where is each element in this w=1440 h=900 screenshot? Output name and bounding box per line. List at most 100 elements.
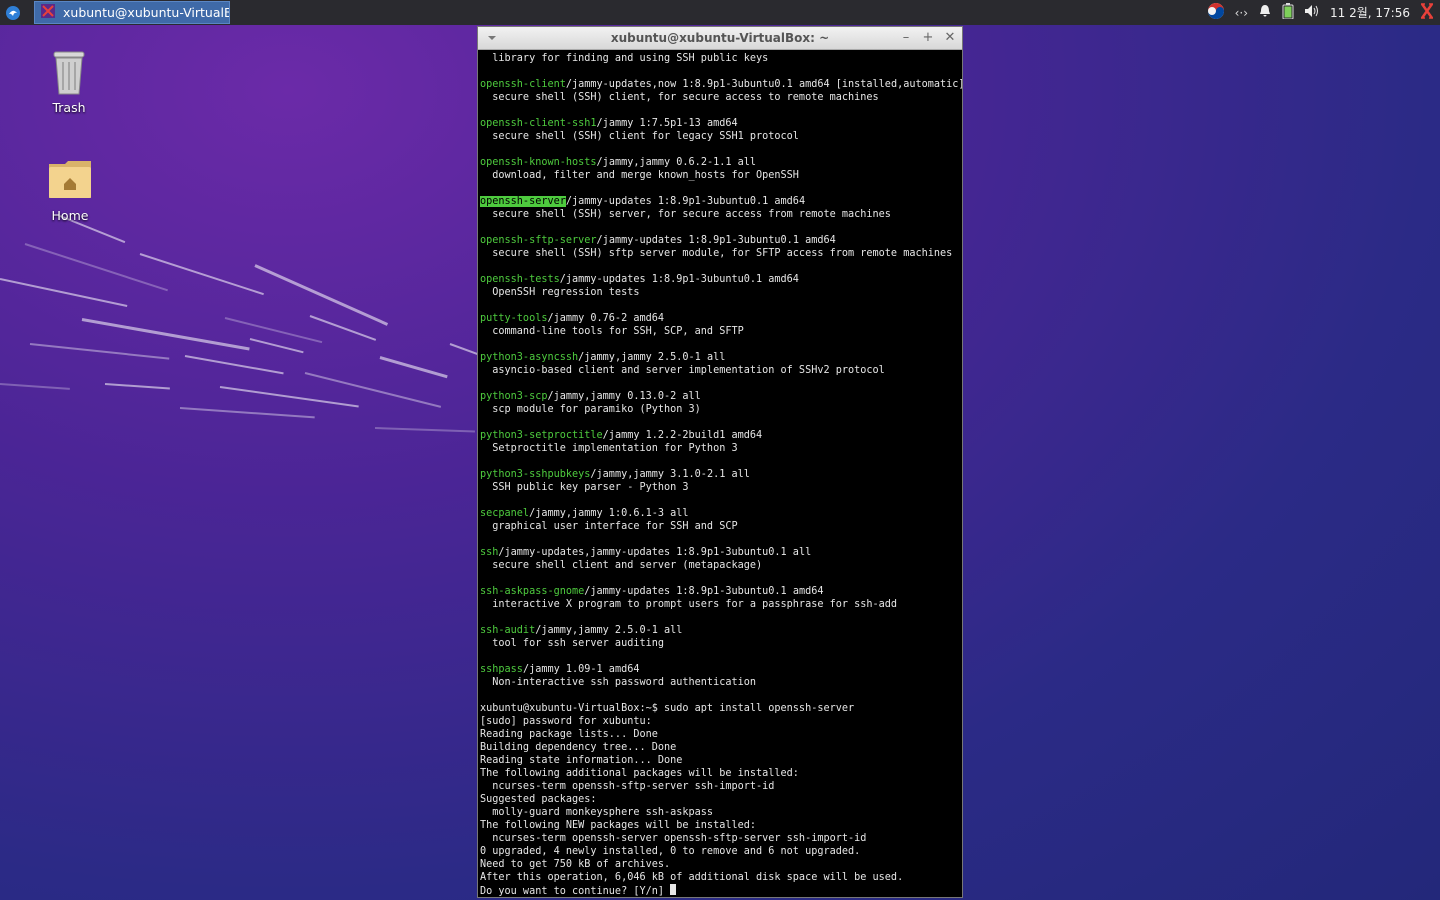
package-version: /jammy,jammy 2.5.0-1 all bbox=[535, 625, 683, 636]
output-line: The following NEW packages will be insta… bbox=[480, 820, 757, 831]
package-line: openssh-known-hosts/jammy,jammy 0.6.2-1.… bbox=[480, 156, 960, 169]
output-line: After this operation, 6,046 kB of additi… bbox=[480, 872, 904, 883]
package-description: asyncio-based client and server implemen… bbox=[480, 365, 885, 376]
package-line: openssh-tests/jammy-updates 1:8.9p1-3ubu… bbox=[480, 273, 960, 286]
package-version: /jammy-updates 1:8.9p1-3ubuntu0.1 amd64 bbox=[584, 586, 824, 597]
terminal-cursor[interactable] bbox=[670, 884, 677, 895]
taskbar-terminal-button[interactable]: xubuntu@xubuntu-VirtualBo... bbox=[34, 1, 230, 24]
maximize-icon[interactable]: + bbox=[922, 29, 934, 45]
package-name: openssh-client-ssh1 bbox=[480, 118, 597, 129]
package-name: ssh-askpass-gnome bbox=[480, 586, 585, 597]
package-line: sshpass/jammy 1.09-1 amd64 bbox=[480, 663, 960, 676]
package-name: python3-setproctitle bbox=[480, 430, 603, 441]
prompt-line: Do you want to continue? [Y/n] bbox=[480, 884, 960, 898]
package-line: python3-asyncssh/jammy,jammy 2.5.0-1 all bbox=[480, 351, 960, 364]
package-name: ssh bbox=[480, 547, 499, 558]
output-line: Building dependency tree... Done bbox=[480, 742, 677, 753]
package-version: /jammy-updates,jammy-updates 1:8.9p1-3ub… bbox=[498, 547, 812, 558]
package-line: openssh-client-ssh1/jammy 1:7.5p1-13 amd… bbox=[480, 117, 960, 130]
system-tray: ‹·› 11 2월, 17:56 bbox=[1207, 2, 1440, 23]
package-line: ssh/jammy-updates,jammy-updates 1:8.9p1-… bbox=[480, 546, 960, 559]
package-line: openssh-sftp-server/jammy-updates 1:8.9p… bbox=[480, 234, 960, 247]
package-description: secure shell (SSH) sftp server module, f… bbox=[480, 248, 953, 259]
panel-clock[interactable]: 11 2월, 17:56 bbox=[1330, 4, 1410, 21]
top-panel: xubuntu@xubuntu-VirtualBo... ‹·› 11 2월, … bbox=[0, 0, 1440, 25]
package-version: /jammy 1:7.5p1-13 amd64 bbox=[596, 118, 738, 129]
desktop-trash[interactable]: Trash bbox=[29, 48, 109, 115]
package-line: python3-scp/jammy,jammy 0.13.0-2 all bbox=[480, 390, 960, 403]
output-line: Reading state information... Done bbox=[480, 755, 683, 766]
package-description: library for finding and using SSH public… bbox=[480, 53, 769, 64]
package-version: /jammy,jammy 2.5.0-1 all bbox=[578, 352, 726, 363]
package-line: ssh-audit/jammy,jammy 2.5.0-1 all bbox=[480, 624, 960, 637]
package-description: graphical user interface for SSH and SCP bbox=[480, 521, 738, 532]
output-line: Reading package lists... Done bbox=[480, 729, 658, 740]
whisker-menu-icon[interactable] bbox=[0, 0, 26, 25]
package-name: python3-scp bbox=[480, 391, 548, 402]
close-icon[interactable]: ✕ bbox=[944, 29, 956, 45]
package-description: OpenSSH regression tests bbox=[480, 287, 640, 298]
xfce-terminal-icon bbox=[41, 4, 55, 21]
xfce-logo-icon[interactable] bbox=[1420, 3, 1434, 22]
package-description: secure shell (SSH) server, for secure ac… bbox=[480, 209, 891, 220]
network-icon[interactable]: ‹·› bbox=[1235, 6, 1248, 20]
home-folder-icon bbox=[30, 158, 110, 208]
package-name: secpanel bbox=[480, 508, 530, 519]
trash-icon bbox=[29, 48, 109, 100]
ibus-korean-icon[interactable] bbox=[1207, 2, 1225, 23]
package-line: openssh-server/jammy-updates 1:8.9p1-3ub… bbox=[480, 195, 960, 208]
package-name: openssh-server bbox=[480, 196, 566, 207]
package-line: secpanel/jammy,jammy 1:0.6.1-3 all bbox=[480, 507, 960, 520]
output-line: ncurses-term openssh-server openssh-sftp… bbox=[480, 833, 867, 844]
minimize-icon[interactable]: – bbox=[900, 29, 912, 45]
package-name: openssh-sftp-server bbox=[480, 235, 597, 246]
battery-icon[interactable] bbox=[1282, 3, 1294, 22]
package-description: secure shell (SSH) client for legacy SSH… bbox=[480, 131, 799, 142]
terminal-window[interactable]: xubuntu@xubuntu-VirtualBox: ~ – + ✕ libr… bbox=[477, 26, 963, 898]
package-version: /jammy 0.76-2 amd64 bbox=[547, 313, 665, 324]
home-label: Home bbox=[51, 208, 89, 223]
package-description: Setproctitle implementation for Python 3 bbox=[480, 443, 738, 454]
package-description: tool for ssh server auditing bbox=[480, 638, 665, 649]
desktop-home[interactable]: Home bbox=[30, 158, 110, 223]
package-line: openssh-client/jammy-updates,now 1:8.9p1… bbox=[480, 78, 962, 91]
package-description: command-line tools for SSH, SCP, and SFT… bbox=[480, 326, 744, 337]
package-description: Non-interactive ssh password authenticat… bbox=[480, 677, 757, 688]
package-version: /jammy,jammy 0.13.0-2 all bbox=[547, 391, 701, 402]
terminal-output[interactable]: library for finding and using SSH public… bbox=[478, 50, 962, 900]
terminal-titlebar[interactable]: xubuntu@xubuntu-VirtualBox: ~ – + ✕ bbox=[478, 27, 962, 50]
package-name: putty-tools bbox=[480, 313, 548, 324]
package-line: python3-sshpubkeys/jammy,jammy 3.1.0-2.1… bbox=[480, 468, 960, 481]
package-name: sshpass bbox=[480, 664, 523, 675]
package-description: secure shell (SSH) client, for secure ac… bbox=[480, 92, 879, 103]
package-version: /jammy,jammy 1:0.6.1-3 all bbox=[529, 508, 689, 519]
package-version: /jammy 1.2.2-2build1 amd64 bbox=[602, 430, 763, 441]
output-line: xubuntu@xubuntu-VirtualBox:~$ sudo apt i… bbox=[480, 703, 855, 714]
package-version: /jammy-updates 1:8.9p1-3ubuntu0.1 amd64 bbox=[565, 196, 806, 207]
notification-bell-icon[interactable] bbox=[1258, 4, 1272, 21]
package-version: /jammy-updates 1:8.9p1-3ubuntu0.1 amd64 bbox=[559, 274, 799, 285]
package-name: openssh-tests bbox=[480, 274, 560, 285]
package-description: SSH public key parser - Python 3 bbox=[480, 482, 689, 493]
package-description: scp module for paramiko (Python 3) bbox=[480, 404, 701, 415]
package-version: /jammy-updates 1:8.9p1-3ubuntu0.1 amd64 bbox=[596, 235, 836, 246]
package-description: secure shell client and server (metapack… bbox=[480, 560, 763, 571]
volume-icon[interactable] bbox=[1304, 4, 1320, 21]
package-version: /jammy,jammy 0.6.2-1.1 all bbox=[596, 157, 757, 168]
package-description: interactive X program to prompt users fo… bbox=[480, 599, 898, 610]
terminal-title: xubuntu@xubuntu-VirtualBox: ~ bbox=[610, 31, 830, 45]
package-version: /jammy-updates,now 1:8.9p1-3ubuntu0.1 am… bbox=[565, 79, 962, 90]
